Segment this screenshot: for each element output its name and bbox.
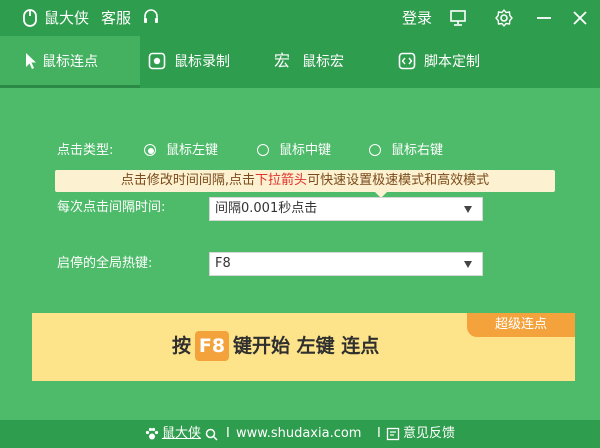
website-link[interactable]: www.shudaxia.com xyxy=(236,420,361,448)
paw-icon xyxy=(145,427,159,440)
radio-label: 鼠标中键 xyxy=(279,143,332,158)
feedback-link[interactable]: 意见反馈 xyxy=(403,420,455,448)
interval-label: 每次点击间隔时间: xyxy=(57,200,166,215)
tip-text: 点击修改时间间隔,点击 xyxy=(120,173,256,188)
main-panel: 点击类型: 鼠标左键 鼠标中键 鼠标右键 点击修改时间间隔,点击下拉箭头可快速设… xyxy=(0,88,600,420)
minimize-icon[interactable] xyxy=(534,8,554,28)
macro-icon: 宏 xyxy=(274,51,291,70)
radio-middle-button[interactable]: 鼠标中键 xyxy=(257,142,347,160)
interval-value: 间隔0.001秒点击 xyxy=(215,201,318,216)
tab-label: 鼠标宏 xyxy=(302,54,344,70)
radio-label: 鼠标右键 xyxy=(391,143,444,158)
app-title: 鼠大侠 xyxy=(44,9,90,27)
footer-separator: I xyxy=(377,426,381,441)
tab-label: 鼠标连点 xyxy=(42,54,98,70)
banner-prefix: 按 xyxy=(172,335,192,357)
hotkey-select[interactable]: F8 xyxy=(209,252,483,276)
headset-icon[interactable] xyxy=(142,8,160,26)
tip-text: 可快速设置极速模式和高效模式 xyxy=(307,173,490,188)
radio-label: 鼠标左键 xyxy=(166,143,219,158)
radio-circle xyxy=(144,144,156,156)
cursor-arrow-icon xyxy=(26,53,36,69)
script-icon xyxy=(398,52,416,70)
tab-script-custom[interactable]: 脚本定制 xyxy=(388,36,508,88)
dropdown-arrow-icon[interactable] xyxy=(464,261,472,268)
support-link[interactable]: 客服 xyxy=(101,8,131,28)
search-icon[interactable] xyxy=(205,428,218,441)
app-window: 鼠大侠 客服 登录 鼠标连点 鼠标录制 宏 鼠标宏 脚本定制 点击类型: 鼠标左… xyxy=(0,0,600,448)
mouse-logo-icon xyxy=(23,9,37,27)
tab-label: 脚本定制 xyxy=(424,54,480,70)
super-click-badge: 超级连点 xyxy=(467,313,575,337)
record-icon xyxy=(148,52,166,70)
start-instruction: 按 F8 键开始 左键 连点 xyxy=(172,329,379,363)
radio-circle xyxy=(369,144,381,156)
tip-highlight: 下拉箭头 xyxy=(255,173,308,188)
hotkey-label: 启停的全局热键: xyxy=(57,256,153,271)
tab-mouse-macro[interactable]: 宏 鼠标宏 xyxy=(264,36,374,88)
close-icon[interactable] xyxy=(570,8,590,28)
brand-link[interactable]: 鼠大侠 xyxy=(162,420,201,448)
dropdown-arrow-icon[interactable] xyxy=(464,206,472,213)
login-button[interactable]: 登录 xyxy=(402,8,432,28)
tab-mouse-click[interactable]: 鼠标连点 xyxy=(0,36,140,88)
radio-left-button[interactable]: 鼠标左键 xyxy=(144,142,234,160)
click-type-label: 点击类型: xyxy=(57,143,114,158)
radio-circle xyxy=(257,144,269,156)
title-bar: 鼠大侠 客服 登录 xyxy=(0,0,600,36)
settings-gear-icon[interactable] xyxy=(494,8,514,28)
interval-tip: 点击修改时间间隔,点击下拉箭头可快速设置极速模式和高效模式 xyxy=(55,170,555,192)
footer: 鼠大侠 I www.shudaxia.com I 意见反馈 xyxy=(0,420,600,448)
tab-label: 鼠标录制 xyxy=(174,54,230,70)
start-banner: 超级连点 按 F8 键开始 左键 连点 xyxy=(32,313,575,381)
hotkey-value: F8 xyxy=(215,256,231,271)
tab-mouse-record[interactable]: 鼠标录制 xyxy=(140,36,250,88)
hotkey-badge: F8 xyxy=(195,331,230,361)
monitor-icon[interactable] xyxy=(448,8,468,28)
interval-select[interactable]: 间隔0.001秒点击 xyxy=(209,197,483,221)
radio-right-button[interactable]: 鼠标右键 xyxy=(369,142,459,160)
footer-separator: I xyxy=(226,426,230,441)
banner-suffix: 键开始 左键 连点 xyxy=(233,335,380,357)
feedback-icon xyxy=(386,427,400,441)
tab-bar: 鼠标连点 鼠标录制 宏 鼠标宏 脚本定制 xyxy=(0,36,600,88)
